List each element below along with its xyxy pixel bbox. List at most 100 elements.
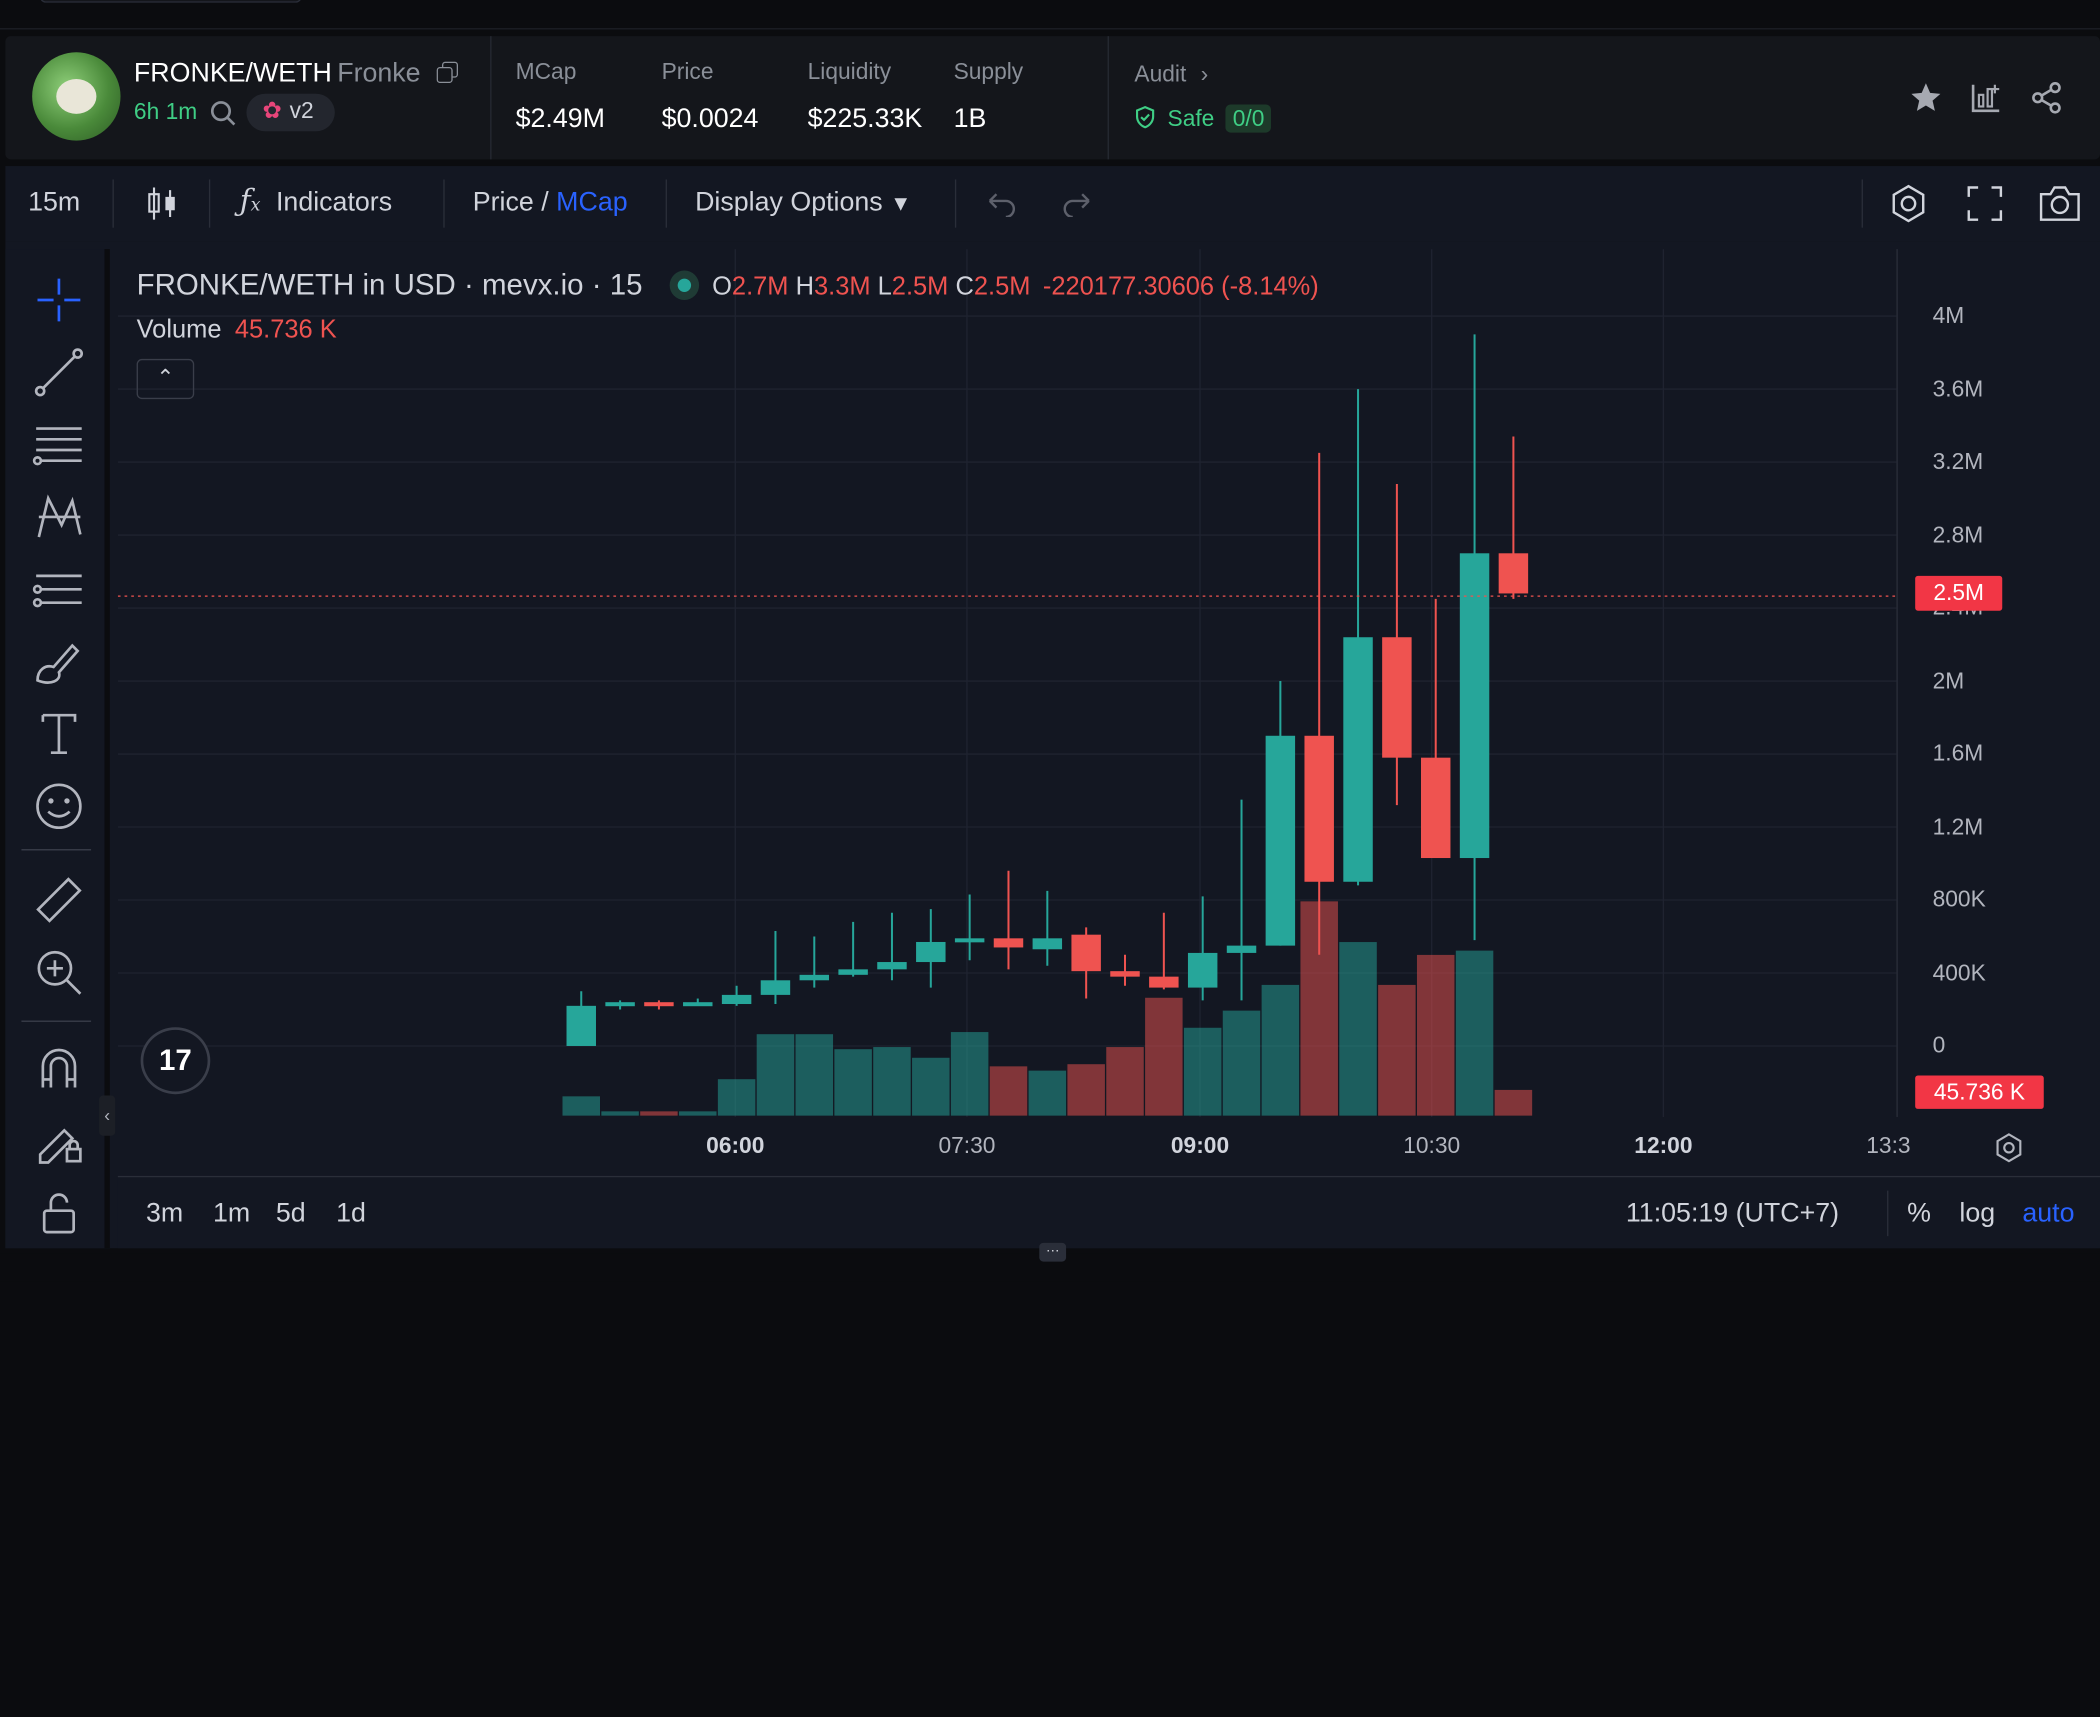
tradingview-logo[interactable]: 17 <box>140 1027 211 1095</box>
indicators-button[interactable]: ƒx Indicators <box>240 185 392 218</box>
interval-button[interactable]: 15m <box>28 188 80 219</box>
y-tick-label: 3.2M <box>1932 448 1984 475</box>
range-1d[interactable]: 1d <box>336 1199 366 1230</box>
pair-title: FRONKE/WETH Fronke <box>134 59 458 90</box>
candle-body <box>760 980 791 995</box>
range-5d[interactable]: 5d <box>276 1199 306 1230</box>
clock-timezone[interactable]: 11:05:19 (UTC+7) <box>1626 1199 1839 1230</box>
brush-icon[interactable] <box>32 635 86 689</box>
market-status-icon <box>669 270 699 301</box>
search-icon[interactable] <box>210 100 237 127</box>
collapse-sidebar-icon[interactable]: ‹ <box>99 1095 116 1136</box>
log-toggle[interactable]: log <box>1959 1199 1995 1230</box>
price-label: Price <box>661 58 714 85</box>
star-icon[interactable] <box>1908 80 1943 115</box>
toggle-slash: / <box>541 187 549 217</box>
auto-toggle[interactable]: auto <box>2022 1199 2074 1230</box>
volume-bar <box>834 1049 872 1116</box>
camera-icon[interactable] <box>2037 183 2083 223</box>
settings-icon[interactable] <box>1887 182 1930 225</box>
y-tick-label: 1.6M <box>1932 740 1984 767</box>
candle-body <box>799 974 830 981</box>
chart-legend: FRONKE/WETH in USD · mevx.io · 15 O2.7M H… <box>137 265 1319 303</box>
range-1m[interactable]: 1m <box>213 1199 250 1230</box>
supply-label: Supply <box>953 58 1024 85</box>
time-axis[interactable]: 06:00 07:30 09:00 10:30 12:00 13:3 <box>118 1117 2097 1176</box>
toolbar-divider <box>665 179 667 228</box>
share-icon[interactable] <box>2029 80 2064 115</box>
change-value: -220177.30606 (-8.14%) <box>1042 273 1319 302</box>
y-tick-label: 4M <box>1932 302 1965 329</box>
zoom-in-icon[interactable] <box>32 946 86 1000</box>
candle-body <box>1382 637 1412 758</box>
copy-icon[interactable] <box>436 61 458 84</box>
volume-legend: Volume 45.736 K <box>137 316 337 345</box>
horizontal-lines-icon[interactable] <box>32 418 86 472</box>
volume-bar <box>795 1034 834 1116</box>
display-options-button[interactable]: Display Options ▼ <box>695 188 911 219</box>
y-tick-label: 400K <box>1932 959 1986 986</box>
uniswap-icon: ✿ <box>262 97 282 124</box>
candle-body <box>1459 553 1490 859</box>
unlock-icon[interactable] <box>32 1187 86 1241</box>
candle-body <box>566 1005 596 1046</box>
top-tab[interactable] <box>40 0 302 3</box>
undo-icon[interactable] <box>987 190 1016 217</box>
liquidity-value: $225.33K <box>807 104 923 134</box>
y-tick-label: 0 <box>1932 1032 1946 1059</box>
volume-bar <box>989 1066 1028 1116</box>
volume-bar <box>1145 997 1183 1116</box>
axis-settings-icon[interactable] <box>1993 1132 2025 1164</box>
resize-handle-icon[interactable]: ⋯ <box>1039 1242 1067 1262</box>
dex-badge[interactable]: ✿ v2 <box>246 93 335 132</box>
percent-toggle[interactable]: % <box>1907 1199 1931 1230</box>
high-key: H <box>795 273 814 302</box>
fib-icon[interactable] <box>32 563 86 617</box>
volume-bar <box>717 1079 756 1116</box>
fx-icon: ƒx <box>239 184 261 219</box>
collapse-legend-button[interactable]: ⌃ <box>136 358 195 400</box>
x-tick-label: 09:00 <box>1170 1133 1230 1159</box>
price-value: $0.0024 <box>661 104 759 134</box>
audit-status: Safe <box>1167 105 1215 132</box>
chart-compare-icon[interactable] <box>1969 80 2004 115</box>
candle-body <box>954 938 985 943</box>
price-axis[interactable]: 4M3.6M3.2M2.8M2.4M2M1.6M1.2M800K400K0 <box>1896 249 2097 1117</box>
candle-body <box>1420 757 1451 859</box>
x-tick-label: 07:30 <box>938 1133 996 1159</box>
volume-bar <box>1416 954 1455 1116</box>
price-mcap-toggle[interactable]: Price / MCap <box>473 188 628 219</box>
candle-body <box>1149 976 1179 988</box>
magnet-icon[interactable] <box>32 1042 86 1096</box>
crosshair-icon[interactable] <box>32 273 86 327</box>
y-tick-label: 1.2M <box>1932 813 1984 840</box>
token-header: FRONKE/WETH Fronke 6h 1m ✿ v2 MCap $2.49M … <box>5 36 2100 160</box>
tool-divider <box>21 1020 92 1022</box>
y-tick-label: 800K <box>1932 886 1986 913</box>
price-chart[interactable] <box>117 249 1897 1117</box>
candle-body <box>916 941 946 963</box>
high-value: 3.3M <box>813 273 871 302</box>
candle-type-icon[interactable] <box>145 185 180 223</box>
indicators-label: Indicators <box>275 187 393 217</box>
fullscreen-icon[interactable] <box>1966 185 2004 223</box>
emoji-icon[interactable] <box>32 779 86 833</box>
text-icon[interactable] <box>32 707 86 761</box>
pattern-icon[interactable] <box>32 490 86 544</box>
audit-label: Audit <box>1134 61 1187 88</box>
pair-symbol: FRONKE/WETH <box>133 58 332 89</box>
range-3m[interactable]: 3m <box>146 1199 183 1230</box>
redo-icon[interactable] <box>1062 190 1091 217</box>
toolbar-divider <box>208 179 211 228</box>
volume-bar <box>1106 1047 1144 1116</box>
volume-bar <box>873 1047 911 1116</box>
trend-line-icon[interactable] <box>32 346 86 400</box>
audit-link[interactable]: Audit › <box>1134 62 1208 89</box>
ruler-icon[interactable] <box>32 873 86 927</box>
chevron-right-icon: › <box>1200 61 1209 88</box>
liquidity-label: Liquidity <box>807 58 892 85</box>
candle-body <box>1110 971 1140 977</box>
ohlc-values: O2.7M H3.3M L2.5M C2.5M -220177.30606 (-… <box>712 273 1319 301</box>
candle-body <box>993 938 1024 948</box>
lock-drawing-icon[interactable] <box>32 1114 86 1168</box>
